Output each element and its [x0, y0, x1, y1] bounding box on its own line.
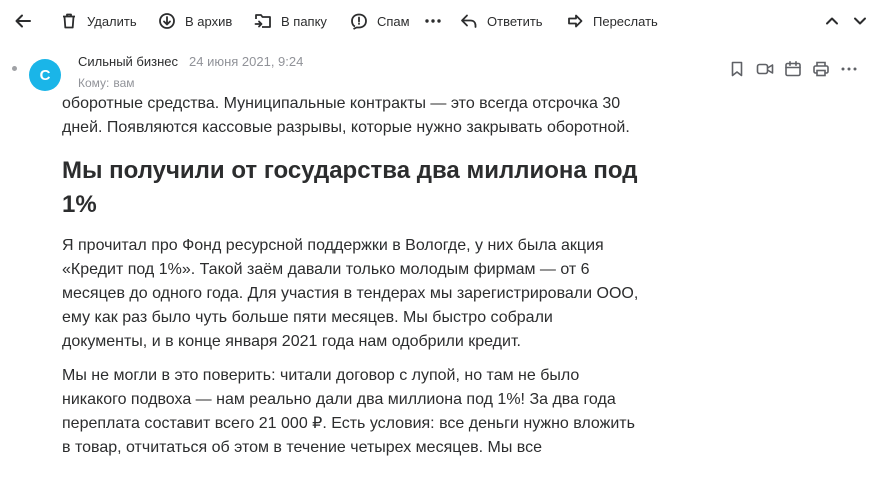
recipient-value[interactable]: вам — [113, 76, 134, 90]
reply-button[interactable]: Ответить — [460, 0, 543, 42]
recipient-line: Кому: вам — [78, 76, 135, 90]
reply-icon — [461, 14, 477, 28]
body-paragraph: оборотные средства. Муниципальные контра… — [62, 95, 630, 136]
calendar-button[interactable] — [784, 60, 802, 78]
message-toolbar: Удалить В архив В папку Спам Ответить Пе… — [0, 0, 878, 42]
body-paragraph: Я прочитал про Фонд ресурсной поддержки … — [62, 237, 639, 350]
delete-label: Удалить — [87, 13, 137, 29]
move-to-folder-label: В папку — [281, 13, 327, 29]
body-paragraph: Мы не могли в это поверить: читали догов… — [62, 367, 635, 456]
forward-label: Переслать — [593, 13, 658, 29]
spam-label: Спам — [377, 13, 410, 29]
trash-icon — [63, 13, 75, 29]
next-message-button[interactable] — [851, 0, 869, 42]
message-body: оборотные средства. Муниципальные контра… — [62, 92, 642, 482]
arrow-left-icon — [15, 14, 31, 28]
forward-icon — [568, 14, 583, 28]
more-horizontal-icon — [425, 19, 441, 23]
bookmark-icon — [731, 61, 743, 77]
avatar-letter: С — [39, 66, 51, 84]
chevron-down-icon — [854, 17, 866, 25]
archive-icon — [159, 13, 175, 29]
more-actions-button[interactable] — [424, 0, 442, 42]
forward-button[interactable]: Переслать — [566, 0, 658, 42]
body-heading: Мы получили от государства два миллиона … — [62, 157, 638, 218]
video-call-button[interactable] — [756, 60, 774, 78]
unread-indicator[interactable] — [12, 66, 17, 71]
chevron-up-icon — [826, 17, 838, 25]
delete-button[interactable]: Удалить — [60, 0, 137, 42]
message-header: С Сильный бизнес 24 июня 2021, 9:24 Кому… — [0, 44, 878, 98]
reply-label: Ответить — [487, 13, 543, 29]
avatar[interactable]: С — [29, 59, 61, 91]
video-camera-icon — [756, 63, 774, 75]
archive-label: В архив — [185, 13, 233, 29]
calendar-icon — [785, 61, 801, 77]
spam-icon — [351, 13, 367, 30]
move-to-folder-button[interactable]: В папку — [254, 0, 327, 42]
printer-icon — [813, 61, 829, 77]
previous-message-button[interactable] — [823, 0, 841, 42]
folder-move-icon — [254, 14, 271, 28]
message-date: 24 июня 2021, 9:24 — [189, 54, 304, 69]
print-button[interactable] — [812, 60, 830, 78]
bookmark-button[interactable] — [728, 60, 746, 78]
more-horizontal-icon — [841, 67, 857, 71]
sender-name[interactable]: Сильный бизнес — [78, 54, 178, 69]
spam-button[interactable]: Спам — [350, 0, 410, 42]
back-button[interactable] — [14, 0, 32, 42]
more-options-button[interactable] — [840, 60, 858, 78]
archive-button[interactable]: В архив — [158, 0, 232, 42]
recipient-label: Кому: — [78, 76, 110, 90]
